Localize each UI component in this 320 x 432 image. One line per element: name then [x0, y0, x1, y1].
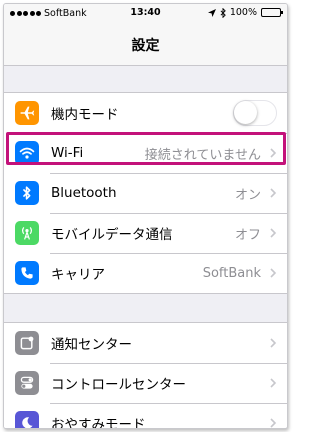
bluetooth-status-icon	[220, 7, 226, 18]
notification-center-icon	[15, 331, 39, 355]
carrier-value: SoftBank	[202, 265, 261, 281]
chevron-right-icon	[270, 418, 277, 428]
bluetooth-label: Bluetooth	[51, 185, 117, 201]
chevron-right-icon	[270, 148, 277, 158]
settings-row-airplane-mode: 機内モード	[4, 93, 287, 133]
wifi-label: Wi-Fi	[51, 145, 84, 161]
status-right: 100%	[207, 7, 283, 18]
page-title: 設定	[131, 37, 160, 54]
chevron-right-icon	[270, 228, 277, 238]
phone-icon	[15, 261, 39, 285]
settings-row-wifi[interactable]: Wi-Fi 接続されていません	[4, 133, 287, 173]
mobile-data-label: モバイルデータ通信	[51, 227, 173, 243]
settings-row-do-not-disturb[interactable]: おやすみモード	[4, 403, 287, 429]
control-center-label: コントロールセンター	[51, 377, 186, 393]
control-center-icon	[15, 371, 39, 395]
wifi-status-value: 接続されていません	[144, 147, 261, 163]
settings-row-mobile-data[interactable]: モバイルデータ通信 オフ	[4, 213, 287, 253]
chevron-right-icon	[270, 188, 277, 198]
toggle-knob	[234, 101, 257, 124]
chevron-right-icon	[270, 268, 277, 278]
settings-row-bluetooth[interactable]: Bluetooth オン	[4, 173, 287, 213]
chevron-right-icon	[270, 338, 277, 348]
notification-center-label: 通知センター	[51, 337, 132, 353]
cellular-icon	[15, 221, 39, 245]
chevron-right-icon	[270, 378, 277, 388]
airplane-icon	[15, 101, 39, 125]
status-bar: SoftBank 13:40 100%	[4, 4, 287, 24]
do-not-disturb-label: おやすみモード	[51, 417, 146, 429]
moon-icon	[15, 411, 39, 428]
carrier-label: キャリア	[51, 267, 105, 283]
wifi-icon	[15, 141, 39, 165]
airplane-mode-toggle[interactable]	[233, 100, 277, 126]
bluetooth-icon	[15, 181, 39, 205]
settings-group-system: 通知センター コントロールセンター おやすみモード	[4, 322, 287, 429]
settings-row-notification-center[interactable]: 通知センター	[4, 323, 287, 363]
settings-row-control-center[interactable]: コントロールセンター	[4, 363, 287, 403]
battery-percent: 100%	[229, 7, 257, 18]
mobile-data-status-value: オフ	[234, 227, 261, 243]
bluetooth-status-value: オン	[234, 187, 261, 203]
battery-icon	[261, 8, 283, 17]
settings-screen: SoftBank 13:40 100% 設定 機内モード Wi-Fi 接続されて…	[3, 3, 288, 429]
nav-bar: 設定	[4, 24, 287, 66]
airplane-mode-label: 機内モード	[51, 107, 119, 123]
settings-row-carrier[interactable]: キャリア SoftBank	[4, 253, 287, 293]
settings-group-connectivity: 機内モード Wi-Fi 接続されていません Bluetooth オン モバイルデ…	[4, 92, 287, 294]
location-icon	[207, 8, 216, 17]
